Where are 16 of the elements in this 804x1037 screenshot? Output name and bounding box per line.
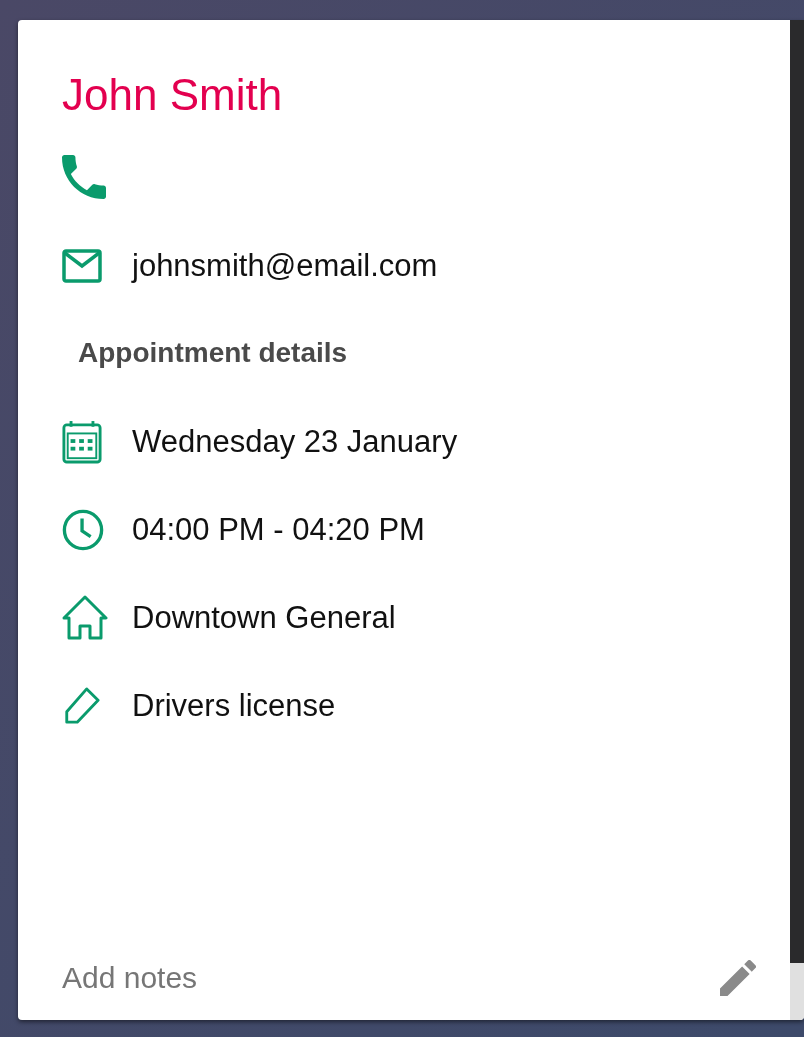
contact-name: John Smith: [62, 69, 284, 121]
phone-icon[interactable]: [62, 155, 106, 199]
clock-icon: [62, 509, 104, 551]
notes-field[interactable]: Add notes: [62, 961, 720, 995]
detail-text: 04:00 PM - 04:20 PM: [132, 512, 425, 548]
envelope-icon: [62, 249, 102, 283]
scrollbar[interactable]: [790, 20, 804, 1020]
detail-text: Wednesday 23 January: [132, 424, 458, 460]
section-heading: Appointment details: [78, 336, 349, 370]
detail-text: Drivers license: [132, 688, 336, 724]
house-icon: [62, 595, 108, 641]
tag-icon: [62, 687, 100, 725]
detail-text: Downtown General: [132, 600, 396, 636]
email-address: johnsmith@email.com: [132, 248, 438, 284]
pencil-icon[interactable]: [720, 960, 756, 996]
calendar-icon: [62, 420, 102, 464]
